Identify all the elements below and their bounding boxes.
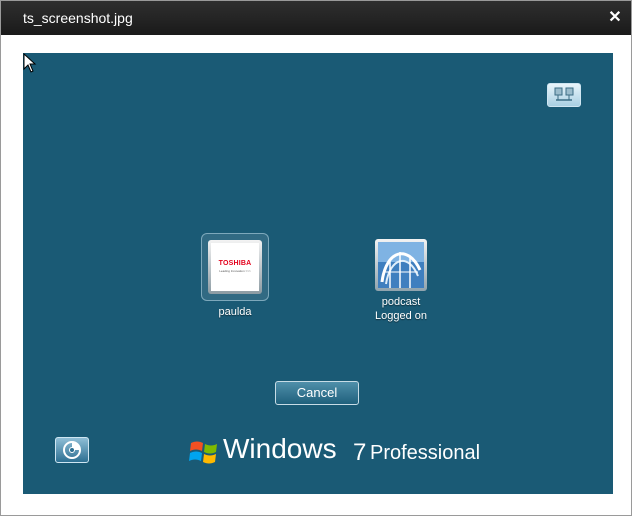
roller-coaster-picture-icon <box>378 242 424 288</box>
window-title: ts_screenshot.jpg <box>23 10 133 26</box>
brand-version: 7 <box>353 439 367 466</box>
picture-tagline: Leading Innovation >>> <box>219 269 251 273</box>
brand-edition: Professional <box>370 442 481 464</box>
windows-logon-screen: TOSHIBA Leading Innovation >>> paulda po… <box>23 53 613 494</box>
user-name: podcast <box>381 296 421 308</box>
user-tile-paulda[interactable]: TOSHIBA Leading Innovation >>> paulda <box>185 233 285 319</box>
user-picture-frame[interactable] <box>375 239 427 291</box>
windows-flag-logo <box>189 441 217 464</box>
ease-of-access-button[interactable] <box>55 437 89 463</box>
title-bar: ts_screenshot.jpg ✕ <box>1 1 631 35</box>
picture-brand: TOSHIBA <box>218 260 252 267</box>
image-viewer-window: ts_screenshot.jpg ✕ TOSHIBA Leading Inno… <box>0 0 632 516</box>
network-button[interactable] <box>547 83 581 107</box>
user-status: Logged on <box>375 310 427 322</box>
network-icon <box>554 87 574 101</box>
user-picture-frame-selected[interactable]: TOSHIBA Leading Innovation >>> <box>201 233 269 301</box>
brand-product: Windows <box>223 433 337 464</box>
cancel-button[interactable]: Cancel <box>275 381 359 405</box>
ease-of-access-icon <box>63 441 81 459</box>
mouse-pointer-icon <box>23 53 37 73</box>
toshiba-user-picture: TOSHIBA Leading Innovation >>> <box>211 243 259 291</box>
user-name: paulda <box>218 306 252 318</box>
user-tile-podcast[interactable]: podcast Logged on <box>351 239 451 323</box>
close-button[interactable]: ✕ <box>605 8 625 28</box>
